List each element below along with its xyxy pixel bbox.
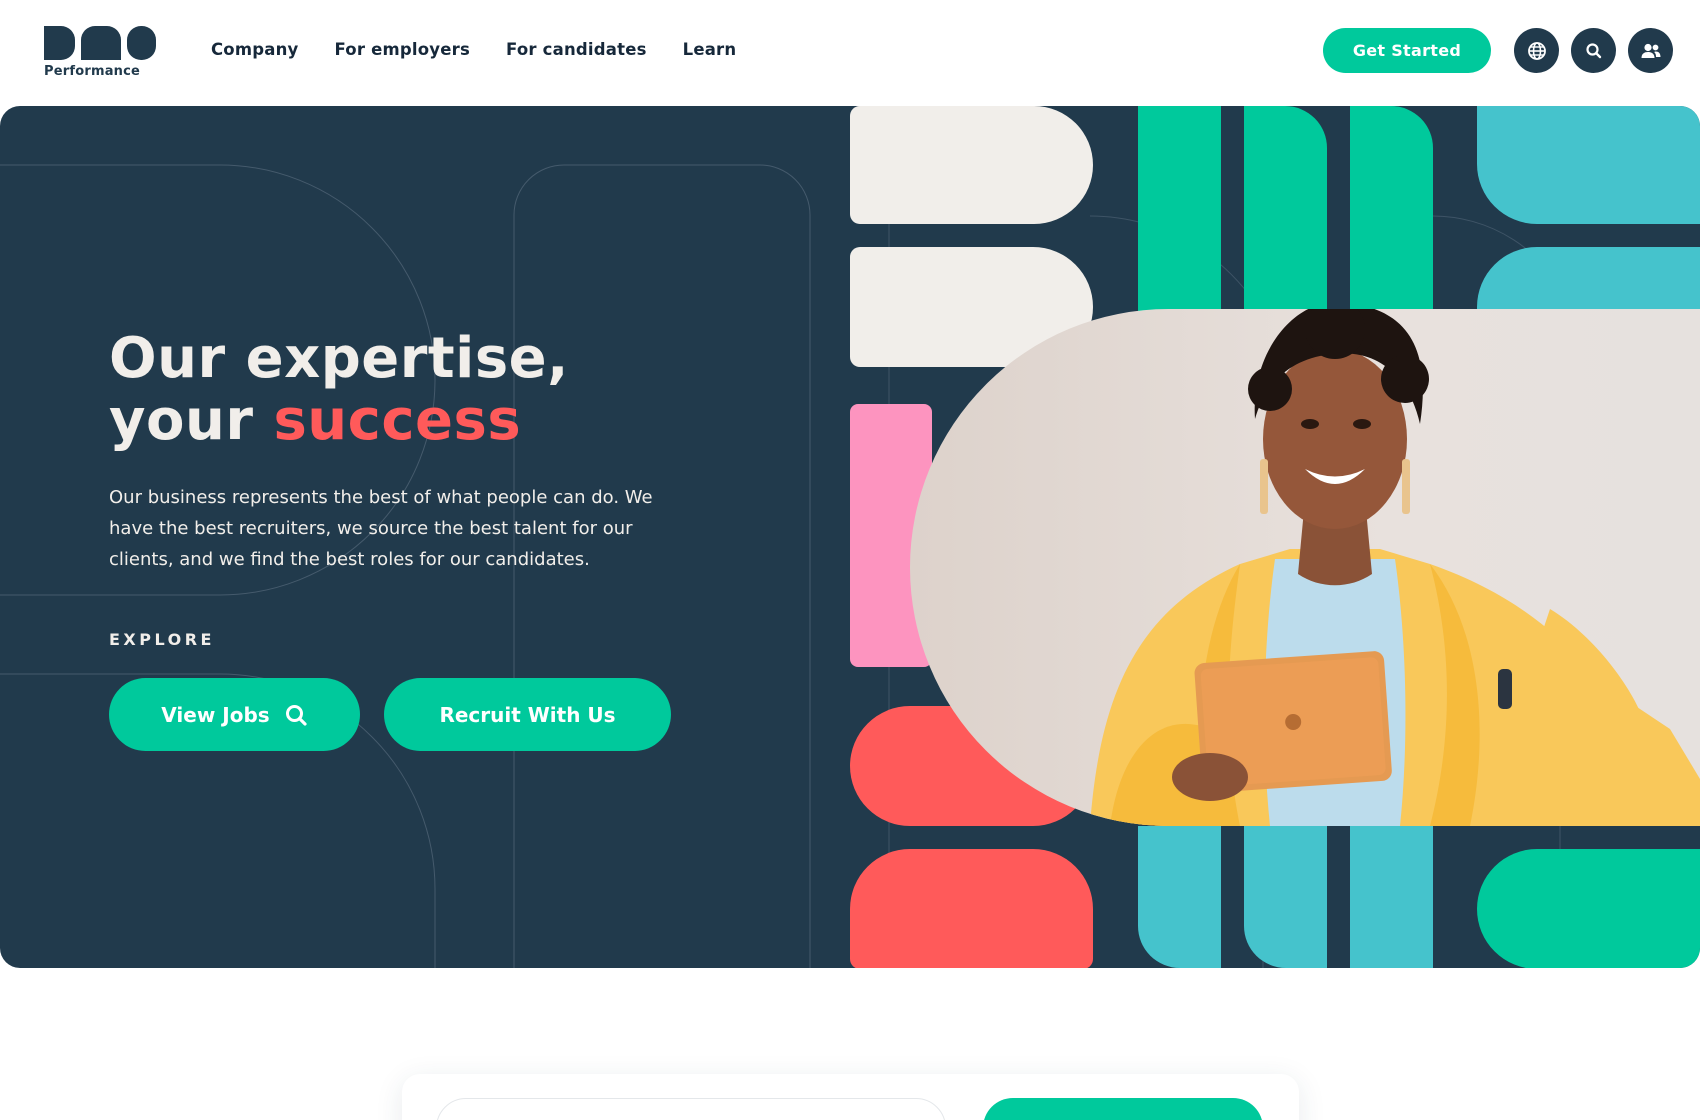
hero-section: Our expertise, your success Our business… bbox=[0, 106, 1700, 968]
view-jobs-button[interactable]: View Jobs bbox=[109, 678, 360, 751]
site-header: Performance Company For employers For ca… bbox=[0, 0, 1700, 106]
green-column-2 bbox=[1244, 106, 1327, 316]
hero-photo bbox=[910, 309, 1700, 826]
search-button[interactable] bbox=[1571, 28, 1616, 73]
globe-icon bbox=[1527, 41, 1546, 60]
nav-item-learn[interactable]: Learn bbox=[683, 40, 737, 59]
headline-line-1: Our expertise, bbox=[109, 326, 569, 391]
explore-label: EXPLORE bbox=[109, 630, 215, 649]
user-group-icon bbox=[1641, 43, 1660, 58]
get-started-button[interactable]: Get Started bbox=[1323, 28, 1491, 73]
recruit-with-us-button[interactable]: Recruit With Us bbox=[384, 678, 671, 751]
language-button[interactable] bbox=[1514, 28, 1559, 73]
green-column-3 bbox=[1350, 106, 1433, 316]
job-search-submit-button[interactable] bbox=[983, 1098, 1263, 1120]
coral-shape-bottom bbox=[850, 849, 1093, 968]
teal-column-2 bbox=[1244, 826, 1327, 968]
search-icon bbox=[285, 704, 307, 726]
nav-item-for-employers[interactable]: For employers bbox=[335, 40, 471, 59]
teal-shape-top-right bbox=[1477, 106, 1700, 224]
nav-item-for-candidates[interactable]: For candidates bbox=[506, 40, 647, 59]
teal-column-1 bbox=[1138, 826, 1221, 968]
job-search-card bbox=[402, 1074, 1299, 1120]
search-icon bbox=[1585, 42, 1601, 58]
cream-shape-top bbox=[850, 106, 1093, 224]
green-column-1 bbox=[1138, 106, 1221, 316]
logo-mark bbox=[44, 26, 156, 60]
green-shape-bottom-right bbox=[1477, 849, 1700, 968]
logo-tagline: Performance bbox=[44, 64, 141, 79]
view-jobs-label: View Jobs bbox=[161, 702, 270, 727]
hero-headline: Our expertise, your success bbox=[109, 328, 569, 452]
hero-intro: Our business represents the best of what… bbox=[109, 487, 653, 570]
account-button[interactable] bbox=[1628, 28, 1673, 73]
woman-with-tablet-illustration bbox=[1090, 309, 1700, 826]
main-nav: Company For employers For candidates Lea… bbox=[211, 40, 736, 59]
teal-column-3 bbox=[1350, 826, 1433, 968]
headline-accent: success bbox=[273, 388, 522, 453]
headline-line-2-prefix: your bbox=[109, 388, 274, 453]
bms-logo[interactable]: Performance bbox=[44, 26, 156, 82]
hero-collage bbox=[850, 106, 1700, 968]
nav-item-company[interactable]: Company bbox=[211, 40, 299, 59]
job-search-field[interactable] bbox=[436, 1098, 946, 1120]
